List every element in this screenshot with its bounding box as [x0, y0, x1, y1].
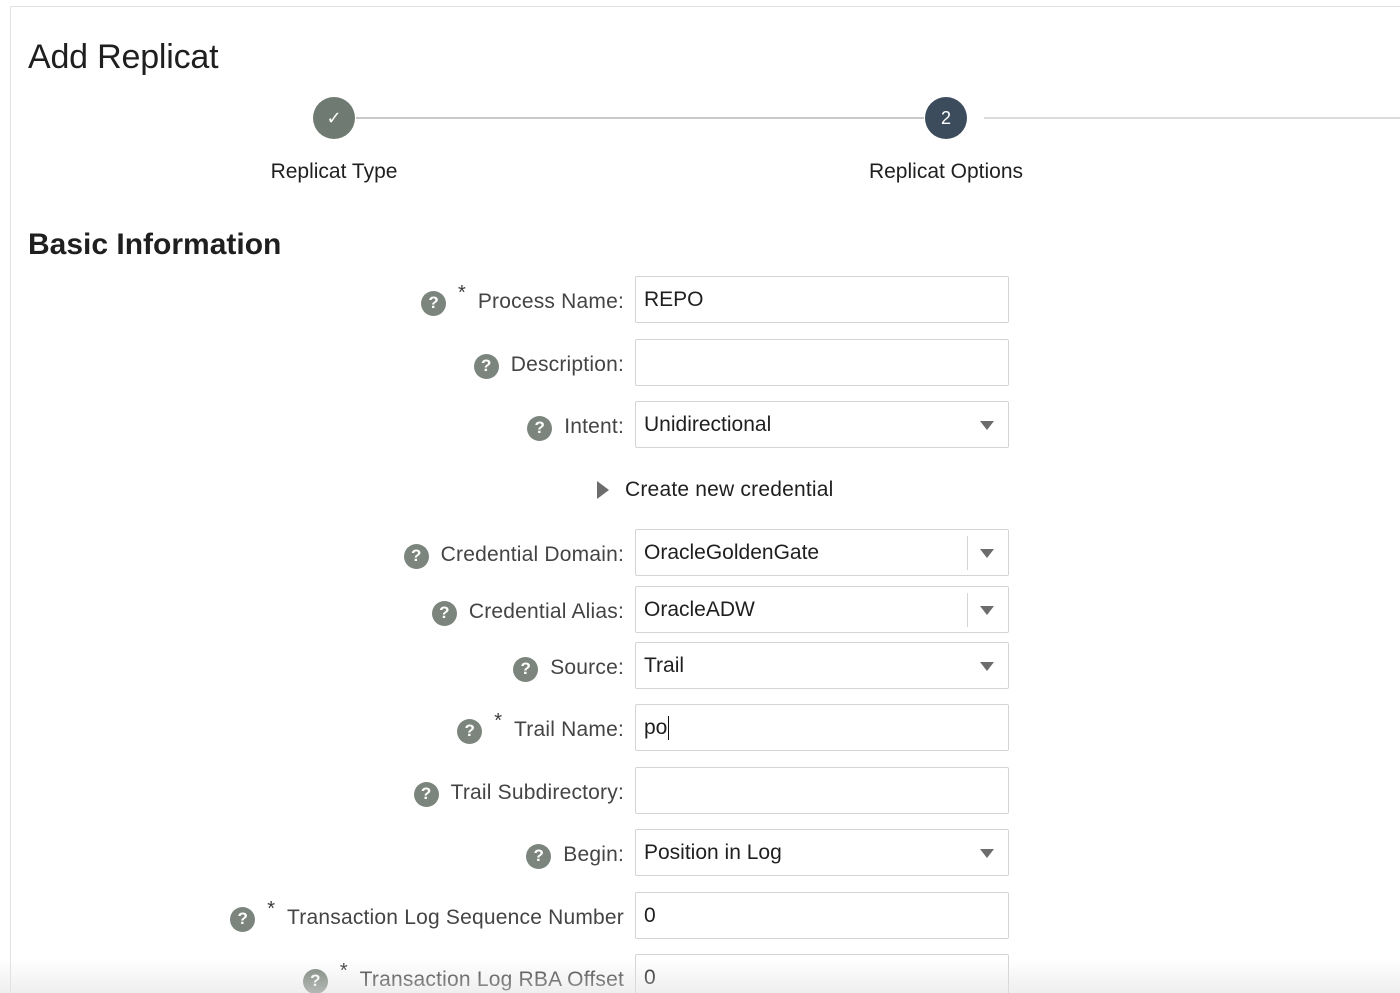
log-sequence-number-label: Transaction Log Sequence Number	[287, 906, 624, 929]
combobox-divider	[967, 536, 968, 570]
section-title: Basic Information	[28, 228, 282, 261]
intent-select[interactable]: Unidirectional	[635, 401, 1009, 448]
required-indicator: *	[458, 281, 466, 304]
required-indicator: *	[267, 897, 276, 920]
process-name-input[interactable]: REPO	[635, 276, 1009, 323]
log-sequence-number-input[interactable]: 0	[635, 892, 1009, 939]
help-icon[interactable]: ?	[421, 290, 447, 316]
source-row: ? Source: Trail	[0, 642, 1010, 690]
log-rba-offset-row: ? * Transaction Log RBA Offset 0	[0, 954, 1010, 993]
help-icon[interactable]: ?	[230, 906, 256, 932]
text-cursor	[668, 715, 670, 740]
credential-domain-label: Credential Domain:	[440, 543, 624, 566]
description-label: Description:	[510, 353, 624, 376]
create-credential-disclosure[interactable]: Create new credential	[597, 476, 833, 504]
help-icon[interactable]: ?	[473, 353, 499, 379]
triangle-right-icon[interactable]	[597, 481, 609, 499]
step-replicat-type-check-icon[interactable]: ✓	[313, 97, 355, 139]
intent-row: ? Intent: Unidirectional	[0, 401, 1010, 449]
chevron-down-icon[interactable]	[980, 549, 994, 558]
chevron-down-icon[interactable]	[980, 421, 994, 430]
log-rba-offset-input[interactable]: 0	[635, 954, 1009, 993]
credential-alias-row: ? Credential Alias: OracleADW	[0, 586, 1010, 634]
help-icon[interactable]: ?	[513, 656, 539, 682]
description-input[interactable]	[635, 339, 1009, 386]
help-icon[interactable]: ?	[431, 600, 457, 626]
credential-domain-combobox[interactable]: OracleGoldenGate	[635, 529, 1009, 576]
description-row: ? Description:	[0, 339, 1010, 387]
log-sequence-number-row: ? * Transaction Log Sequence Number 0	[0, 892, 1010, 940]
help-icon[interactable]: ?	[457, 718, 483, 744]
source-label: Source:	[550, 656, 624, 679]
credential-alias-combobox[interactable]: OracleADW	[635, 586, 1009, 633]
intent-label: Intent:	[564, 415, 624, 438]
train-connector	[356, 117, 924, 119]
train-connector-next	[984, 117, 1400, 119]
trail-subdirectory-row: ? Trail Subdirectory:	[0, 767, 1010, 815]
process-name-label: Process Name:	[477, 290, 624, 313]
page-title: Add Replicat	[28, 38, 219, 76]
trail-name-label: Trail Name:	[514, 718, 624, 741]
log-rba-offset-label: Transaction Log RBA Offset	[359, 968, 624, 991]
help-icon[interactable]: ?	[302, 968, 328, 993]
trail-subdirectory-label: Trail Subdirectory:	[450, 781, 624, 804]
source-select[interactable]: Trail	[635, 642, 1009, 689]
help-icon[interactable]: ?	[403, 543, 429, 569]
help-icon[interactable]: ?	[413, 781, 439, 807]
trail-name-input[interactable]: po	[635, 704, 1009, 751]
begin-row: ? Begin: Position in Log	[0, 829, 1010, 877]
step-label-replicat-type[interactable]: Replicat Type	[271, 160, 398, 184]
begin-select[interactable]: Position in Log	[635, 829, 1009, 876]
trail-subdirectory-input[interactable]	[635, 767, 1009, 814]
required-indicator: *	[494, 709, 503, 732]
credential-domain-row: ? Credential Domain: OracleGoldenGate	[0, 529, 1010, 577]
chevron-down-icon[interactable]	[980, 849, 994, 858]
step-label-replicat-options: Replicat Options	[868, 160, 1024, 183]
chevron-down-icon[interactable]	[980, 606, 994, 615]
step-replicat-options-marker: 2	[925, 97, 967, 139]
combobox-divider	[967, 593, 968, 627]
process-name-row: ? * Process Name: REPO	[0, 276, 1010, 324]
trail-name-row: ? * Trail Name: po	[0, 704, 1010, 752]
credential-alias-label: Credential Alias:	[468, 600, 624, 623]
chevron-down-icon[interactable]	[980, 662, 994, 671]
begin-label: Begin:	[563, 843, 624, 866]
required-indicator: *	[339, 959, 348, 982]
create-credential-label[interactable]: Create new credential	[625, 478, 833, 502]
help-icon[interactable]: ?	[527, 415, 553, 441]
help-icon[interactable]: ?	[526, 843, 552, 869]
